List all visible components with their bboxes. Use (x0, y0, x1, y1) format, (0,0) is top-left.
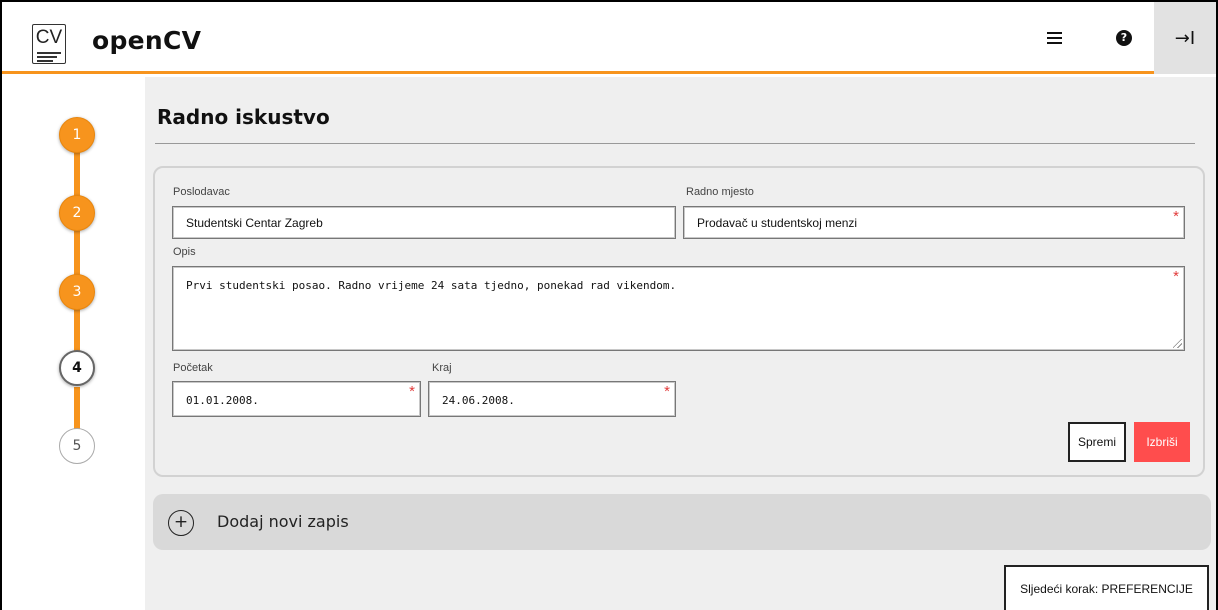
app-title: openCV (92, 26, 202, 55)
add-new-entry-label: Dodaj novi zapis (217, 512, 349, 531)
add-new-entry-button[interactable]: + Dodaj novi zapis (153, 494, 1211, 550)
resize-handle-icon[interactable] (1173, 339, 1182, 348)
start-date-field[interactable]: 01.01.2008. * (172, 381, 421, 417)
step-4[interactable]: 4 (59, 350, 95, 386)
main-content: Radno iskustvo Poslodavac Studentski Cen… (145, 77, 1216, 610)
delete-button[interactable]: Izbriši (1134, 422, 1190, 462)
employer-field[interactable]: Studentski Centar Zagreb (172, 206, 676, 239)
step-5[interactable]: 5 (59, 428, 95, 464)
plus-circle-icon: + (168, 510, 194, 536)
position-field[interactable]: Prodavač u studentskoj menzi * (683, 206, 1185, 239)
step-connector (74, 151, 80, 199)
title-divider (155, 143, 1195, 144)
menu-button[interactable] (1022, 2, 1086, 74)
employer-label: Poslodavac (173, 186, 230, 198)
page-title: Radno iskustvo (157, 105, 330, 129)
exit-button[interactable]: →I (1154, 2, 1216, 74)
step-sidebar: 1 2 3 4 5 (2, 77, 145, 610)
required-marker: * (664, 383, 670, 400)
hamburger-menu-icon (1046, 29, 1062, 47)
required-marker: * (1173, 208, 1179, 225)
end-date-field[interactable]: 24.06.2008. * (428, 381, 676, 417)
question-circle-icon: ? (1116, 30, 1132, 46)
step-connector (74, 229, 80, 277)
app-header: CV openCV ? →I (2, 2, 1216, 74)
description-textarea[interactable]: Prvi studentski posao. Radno vrijeme 24 … (172, 266, 1185, 351)
required-marker: * (1173, 268, 1179, 285)
start-date-label: Početak (173, 362, 213, 374)
required-marker: * (409, 383, 415, 400)
cv-logo-icon: CV (32, 24, 66, 64)
help-button[interactable]: ? (1092, 2, 1156, 74)
step-3[interactable]: 3 (59, 274, 95, 310)
step-1[interactable]: 1 (59, 117, 95, 153)
next-step-button[interactable]: Sljedeći korak: PREFERENCIJE (1004, 565, 1209, 610)
description-label: Opis (173, 246, 196, 258)
work-experience-card: Poslodavac Studentski Centar Zagreb Radn… (153, 166, 1205, 477)
step-2[interactable]: 2 (59, 195, 95, 231)
end-date-label: Kraj (432, 362, 452, 374)
logo-text: CV (35, 27, 63, 48)
arrow-right-to-bar-icon: →I (1174, 27, 1196, 49)
save-button[interactable]: Spremi (1068, 422, 1126, 462)
position-label: Radno mjesto (686, 186, 754, 198)
